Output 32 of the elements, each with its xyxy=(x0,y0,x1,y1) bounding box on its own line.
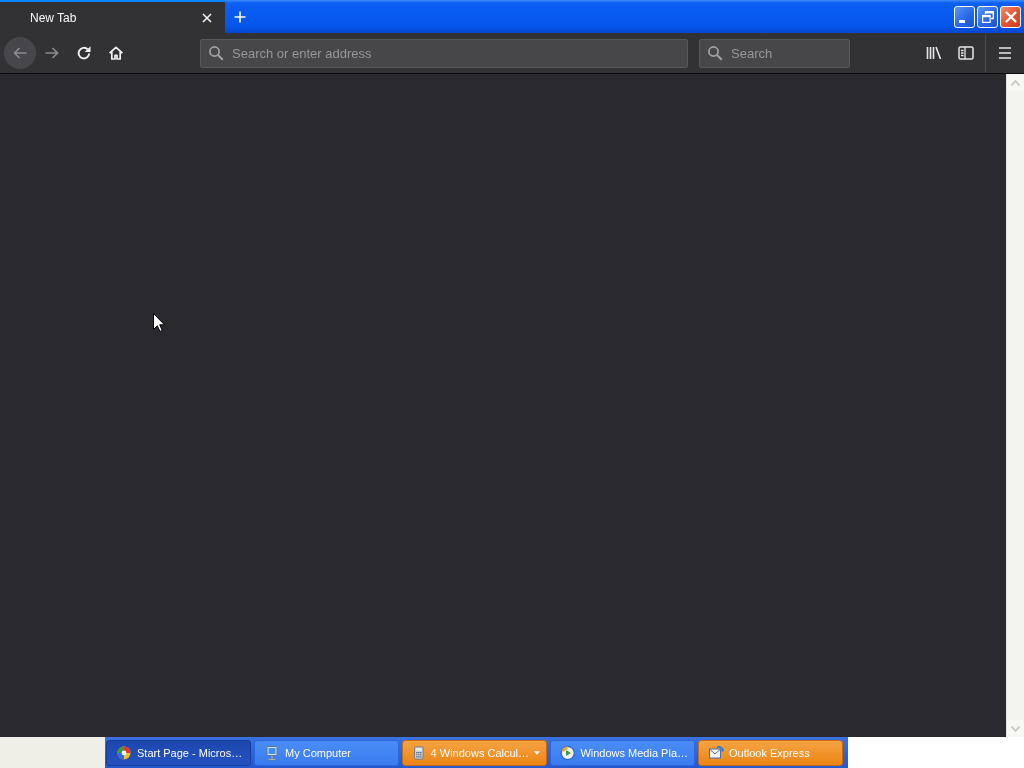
sidebar-icon xyxy=(958,45,974,61)
taskbar-button[interactable]: Windows Media Pla… xyxy=(550,740,695,766)
mail-icon xyxy=(708,745,724,761)
search-field[interactable]: Search xyxy=(699,38,850,68)
taskbar-button[interactable]: Outlook Express xyxy=(698,740,843,766)
menu-icon xyxy=(997,45,1013,61)
restore-icon xyxy=(981,10,994,23)
caret-icon xyxy=(534,751,540,755)
logo-icon xyxy=(116,745,132,761)
close-icon xyxy=(1004,10,1017,23)
taskbar-button[interactable]: Start Page - Micros… xyxy=(106,740,251,766)
tab[interactable]: New Tab xyxy=(0,0,225,33)
close-icon xyxy=(202,12,212,23)
minimize-icon xyxy=(959,19,965,23)
home-icon xyxy=(108,45,124,61)
restore-button[interactable] xyxy=(977,5,998,28)
play-icon xyxy=(560,745,576,761)
plus-icon xyxy=(234,10,246,23)
minimize-button[interactable] xyxy=(954,5,975,28)
calculator-icon xyxy=(412,745,426,761)
taskbar-button[interactable]: 4 Windows Calcul… xyxy=(402,740,547,766)
computer-icon xyxy=(264,745,280,761)
search-icon xyxy=(208,44,224,61)
address-field[interactable]: Search or enter address xyxy=(200,38,688,68)
taskbar-button[interactable]: My Computer xyxy=(254,740,399,766)
close-button[interactable] xyxy=(1000,5,1021,28)
search-icon xyxy=(707,44,723,61)
back-arrow-icon xyxy=(12,45,28,61)
mouse-pointer-icon xyxy=(153,313,165,332)
library-icon xyxy=(926,45,942,61)
reload-icon xyxy=(76,45,92,61)
forward-arrow-icon xyxy=(44,45,60,61)
